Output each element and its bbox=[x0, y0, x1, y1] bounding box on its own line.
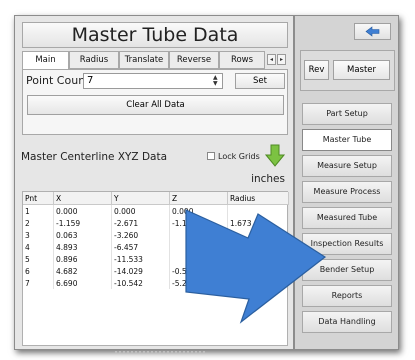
application-window: Master Tube Data Main Setup Radius Trans… bbox=[14, 15, 399, 353]
panel-title: Master Tube Data bbox=[22, 22, 288, 48]
table-cell[interactable] bbox=[169, 229, 228, 241]
table-cell[interactable]: -1.184 bbox=[169, 217, 228, 229]
sidebar-item-inspection-results[interactable]: Inspection Results bbox=[302, 233, 392, 255]
table-cell[interactable]: 0.896 bbox=[53, 253, 112, 265]
table-cell[interactable]: -11.533 bbox=[111, 253, 170, 265]
tab-translate[interactable]: Translate bbox=[119, 51, 169, 69]
horizontal-scrollbar[interactable] bbox=[115, 351, 205, 356]
sidebar-item-reports[interactable]: Reports bbox=[302, 285, 392, 307]
table-cell[interactable] bbox=[227, 253, 289, 265]
lock-grids-checkbox[interactable]: Lock Grids bbox=[207, 152, 260, 161]
table-cell[interactable] bbox=[227, 204, 289, 217]
table-cell[interactable]: 4.893 bbox=[53, 241, 112, 253]
tab-scroll-buttons: ◂ ▸ bbox=[267, 54, 287, 66]
table-row[interactable]: 5 0.896 -11.533 bbox=[23, 253, 289, 265]
sidebar-item-part-setup[interactable]: Part Setup bbox=[302, 103, 392, 125]
centerline-section-title: Master Centerline XYZ Data bbox=[21, 151, 168, 163]
green-down-arrow-icon[interactable] bbox=[265, 144, 285, 168]
table-cell[interactable]: 4 bbox=[23, 241, 54, 253]
table-cell[interactable]: 0.000 bbox=[53, 204, 112, 217]
sidebar-item-measured-tube[interactable]: Measured Tube bbox=[302, 207, 392, 229]
table-row[interactable]: 4 4.893 -6.457 bbox=[23, 241, 289, 253]
sidebar-item-master-tube[interactable]: Master Tube bbox=[302, 129, 392, 151]
main-setup-panel: Point Count 7 ▲ ▼ Set Clear All Data bbox=[22, 69, 288, 135]
table-cell[interactable]: 2 bbox=[23, 217, 54, 229]
table-row[interactable]: 6 4.682 -14.029 -0.581 1.673 bbox=[23, 265, 289, 277]
column-header[interactable]: Y bbox=[111, 192, 170, 205]
table-cell[interactable]: 0.063 bbox=[53, 229, 112, 241]
checkbox-icon[interactable] bbox=[207, 152, 215, 160]
table-cell[interactable]: -10.542 bbox=[111, 277, 170, 289]
tab-radius[interactable]: Radius bbox=[69, 51, 119, 69]
clear-all-data-button[interactable]: Clear All Data bbox=[27, 95, 284, 115]
rev-master-group: Rev Master bbox=[300, 50, 395, 91]
tab-scroll-left-icon[interactable]: ◂ bbox=[267, 54, 276, 65]
table-cell[interactable]: -3.260 bbox=[111, 229, 170, 241]
back-arrow-icon bbox=[365, 26, 380, 37]
table-cell[interactable] bbox=[227, 277, 289, 289]
table-cell[interactable]: 5 bbox=[23, 253, 54, 265]
table-cell[interactable]: -14.029 bbox=[111, 265, 170, 277]
table-cell[interactable]: -5.250 bbox=[169, 277, 228, 289]
master-tube-data-panel: Master Tube Data Main Setup Radius Trans… bbox=[14, 15, 294, 353]
table-cell[interactable] bbox=[169, 253, 228, 265]
tab-bar: Main Setup Radius Translate Reverse Rows… bbox=[22, 51, 288, 81]
spinner-arrows-icon[interactable]: ▲ ▼ bbox=[213, 75, 220, 87]
table-cell[interactable]: -0.581 bbox=[169, 265, 228, 277]
centerline-data-grid[interactable]: Pnt X Y Z Radius 1 0.000 0.000 0.000 2 -… bbox=[22, 191, 289, 346]
table-cell[interactable]: 6 bbox=[23, 265, 54, 277]
set-button[interactable]: Set bbox=[235, 73, 285, 89]
point-count-value: 7 bbox=[87, 75, 94, 86]
rev-button[interactable]: Rev bbox=[304, 60, 329, 80]
point-count-label: Point Count bbox=[26, 74, 90, 87]
table-cell[interactable] bbox=[169, 241, 228, 253]
tab-main-setup[interactable]: Main Setup bbox=[22, 51, 69, 81]
table-cell[interactable] bbox=[227, 241, 289, 253]
table-cell[interactable]: 1 bbox=[23, 204, 54, 217]
table-cell[interactable]: -1.159 bbox=[53, 217, 112, 229]
table-cell[interactable]: 0.000 bbox=[111, 204, 170, 217]
table-header-row: Pnt X Y Z Radius bbox=[23, 192, 289, 205]
master-button[interactable]: Master bbox=[333, 60, 390, 80]
back-button[interactable] bbox=[354, 23, 391, 40]
tab-reverse[interactable]: Reverse bbox=[169, 51, 219, 69]
sidebar-item-measure-process[interactable]: Measure Process bbox=[302, 181, 392, 203]
tab-rows[interactable]: Rows bbox=[219, 51, 265, 69]
table-cell[interactable]: 6.690 bbox=[53, 277, 112, 289]
table-cell[interactable]: 7 bbox=[23, 277, 54, 289]
table-cell[interactable]: 1.673 bbox=[227, 217, 289, 229]
column-header[interactable]: X bbox=[53, 192, 112, 205]
table-cell[interactable]: -2.671 bbox=[111, 217, 170, 229]
lock-grids-label: Lock Grids bbox=[218, 152, 260, 161]
table-cell[interactable]: 4.682 bbox=[53, 265, 112, 277]
column-header[interactable]: Pnt bbox=[23, 192, 54, 205]
navigation-sidebar: Rev Master Part Setup Master Tube Measur… bbox=[294, 15, 399, 350]
column-header[interactable]: Z bbox=[169, 192, 228, 205]
table-cell[interactable]: -6.457 bbox=[111, 241, 170, 253]
table-cell[interactable]: 1.673 bbox=[227, 265, 289, 277]
table-cell[interactable] bbox=[227, 229, 289, 241]
units-label: inches bbox=[251, 173, 285, 185]
table-cell[interactable]: 0.000 bbox=[169, 204, 228, 217]
tab-scroll-right-icon[interactable]: ▸ bbox=[277, 54, 286, 65]
sidebar-item-measure-setup[interactable]: Measure Setup bbox=[302, 155, 392, 177]
table-row[interactable]: 3 0.063 -3.260 bbox=[23, 229, 289, 241]
point-count-input[interactable]: 7 ▲ ▼ bbox=[83, 73, 223, 89]
table-row[interactable]: 2 -1.159 -2.671 -1.184 1.673 bbox=[23, 217, 289, 229]
table-row[interactable]: 1 0.000 0.000 0.000 bbox=[23, 204, 289, 217]
sidebar-item-data-handling[interactable]: Data Handling bbox=[302, 311, 392, 333]
sidebar-item-bender-setup[interactable]: Bender Setup bbox=[302, 259, 392, 281]
column-header[interactable]: Radius bbox=[227, 192, 289, 205]
table-cell[interactable]: 3 bbox=[23, 229, 54, 241]
table-row[interactable]: 7 6.690 -10.542 -5.250 bbox=[23, 277, 289, 289]
